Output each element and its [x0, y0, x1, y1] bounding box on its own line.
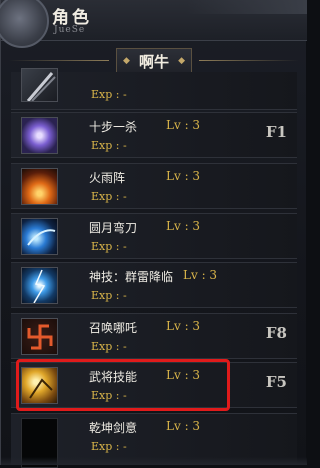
panel-subtitle: JueSe [54, 25, 86, 35]
skill-level: Lv : 3 [166, 368, 201, 382]
skill-exp: Exp : - [91, 139, 127, 152]
general-skill-icon [21, 367, 58, 404]
skill-exp: Exp : - [91, 190, 127, 203]
orb-skill-icon [21, 117, 58, 154]
crescent-blade-skill-icon [21, 218, 58, 255]
header-decoration [187, 0, 307, 14]
skill-row[interactable]: 火雨阵 Lv : 3 Exp : - [11, 163, 297, 209]
skill-row[interactable]: 圆月弯刀 Lv : 3 Exp : - [11, 213, 297, 259]
skill-exp: Exp : - [91, 289, 127, 302]
diamond-left-icon: ◆ [122, 55, 130, 66]
skill-exp: Exp : - [91, 240, 127, 253]
skill-level: Lv : 3 [166, 419, 201, 433]
skill-hotkey: F8 [265, 324, 287, 342]
skill-name: 十步一杀 [89, 120, 138, 134]
character-name: 啊牛 [138, 52, 169, 71]
skill-name: 神技：群雷降临 [89, 270, 174, 284]
panel-bottom-edge [1, 457, 307, 465]
skill-exp: Exp : - [91, 340, 127, 353]
skill-row[interactable]: 武将技能 Lv : 3 Exp : - F5 [11, 362, 297, 408]
skill-level: Lv : 3 [183, 268, 218, 282]
skill-exp: Exp : - [91, 440, 127, 453]
thunder-skill-icon [21, 267, 58, 304]
skill-row[interactable]: 十步一杀 Lv : 3 Exp : - F1 [11, 112, 297, 158]
skill-row[interactable]: 召唤哪吒 Lv : 3 Exp : - F8 [11, 313, 297, 359]
skill-level: Lv : 3 [166, 219, 201, 233]
skill-level: Lv : 3 [166, 319, 201, 333]
skill-level: Lv : 3 [166, 118, 201, 132]
slash-skill-icon [21, 68, 58, 102]
diamond-right-icon: ◆ [178, 55, 185, 66]
character-emblem-icon [0, 0, 49, 48]
skill-row[interactable]: 神技：群雷降临 Lv : 3 Exp : - [11, 262, 297, 308]
character-panel: 角色 JueSe ◆ 啊牛 ◆ Exp : - 十步一杀 Lv : 3 Exp … [0, 0, 307, 468]
summon-nezha-skill-icon [21, 318, 58, 355]
skill-level: Lv : 3 [166, 169, 201, 183]
skill-row[interactable]: Exp : - [11, 68, 297, 110]
fire-rain-skill-icon [21, 168, 58, 205]
skill-hotkey: F1 [265, 123, 287, 141]
skill-name: 武将技能 [89, 370, 138, 384]
character-name-box: ◆ 啊牛 ◆ [115, 47, 192, 75]
skill-name: 召唤哪吒 [89, 321, 138, 335]
skill-exp: Exp : - [91, 88, 127, 101]
panel-header: 角色 JueSe [0, 0, 307, 48]
skill-name: 圆月弯刀 [89, 221, 138, 235]
skill-name: 火雨阵 [89, 171, 126, 185]
skill-name: 乾坤剑意 [89, 421, 138, 435]
skill-hotkey: F5 [265, 373, 287, 391]
skill-exp: Exp : - [91, 389, 127, 402]
